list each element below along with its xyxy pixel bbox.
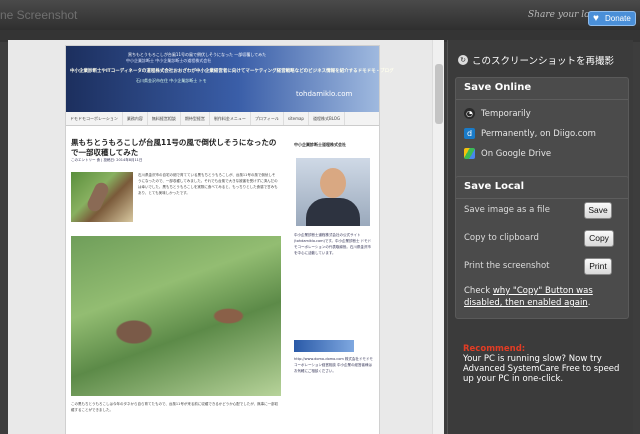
corn-photo bbox=[71, 236, 281, 396]
copy-help-prefix: Check bbox=[464, 286, 493, 296]
save-diigo-label: Permanently, on Diigo.com bbox=[481, 128, 596, 139]
corn-thumbnail bbox=[71, 172, 133, 222]
sidebar-banner bbox=[294, 340, 354, 352]
top-bar: ne Screenshot Share your love ♥ Donate bbox=[0, 0, 640, 30]
nav-item: ドモドモコーポレーション bbox=[66, 112, 123, 125]
heart-icon: ♥ bbox=[593, 13, 599, 24]
nav-item: 無料経営相談 bbox=[148, 112, 181, 125]
copy-button[interactable]: Copy bbox=[584, 230, 614, 247]
nav-item: sitemap bbox=[284, 112, 309, 125]
article-paragraph: 石川県金沢市の自宅の畑で育てている黒もちとうもろこしが、台風11号の風で倒伏しそ… bbox=[138, 173, 278, 195]
save-google-drive-label: On Google Drive bbox=[481, 148, 552, 159]
donate-label: Donate bbox=[605, 14, 631, 23]
article-meta: このエントリー 食 | 投稿日: 2014年8月11日 bbox=[71, 158, 143, 162]
preview-scrollbar[interactable] bbox=[432, 40, 444, 434]
save-button[interactable]: Save bbox=[584, 202, 612, 219]
recapture-label: このスクリーンショットを再撮影 bbox=[472, 56, 615, 67]
site-logo: tohdamiklo.com bbox=[296, 90, 353, 98]
promo-headline: Recommend: bbox=[463, 344, 526, 354]
nav-item: 道程株式BLOG bbox=[309, 112, 346, 125]
save-temporarily-option[interactable]: ◔ Temporarily bbox=[464, 108, 531, 119]
diigo-icon: d bbox=[464, 128, 475, 139]
photo-caption: この黒もちとうもろこしは今年のタネから自ら育てたもので、台風11号が来る前に収穫… bbox=[71, 402, 279, 412]
donate-button[interactable]: ♥ Donate bbox=[588, 11, 636, 26]
nav-item: 制作料金メニュー bbox=[210, 112, 251, 125]
options-panel: ↻ このスクリーンショットを再撮影 Save Online ◔ Temporar… bbox=[447, 40, 633, 434]
author-suit bbox=[306, 198, 360, 226]
save-diigo-option[interactable]: d Permanently, on Diigo.com bbox=[464, 128, 596, 139]
print-screenshot-label: Print the screenshot bbox=[464, 261, 550, 271]
save-local-heading: Save Local bbox=[456, 177, 628, 199]
copy-help-suffix: . bbox=[587, 298, 591, 308]
copy-help-text: Check why "Copy" Button was disabled, th… bbox=[464, 285, 624, 309]
window-title: ne Screenshot bbox=[0, 8, 78, 22]
promo-body: Your PC is running slow? Now try Advance… bbox=[463, 354, 620, 384]
refresh-icon: ↻ bbox=[458, 55, 468, 65]
author-photo bbox=[296, 158, 370, 226]
nav-item: プロフィール bbox=[251, 112, 284, 125]
promo-block[interactable]: Recommend: Your PC is running slow? Now … bbox=[463, 344, 631, 384]
screenshot-preview[interactable]: 黒ちもとうもろこしが台風11号の風で倒伏しそうになった 一部収穫してみた 中小企… bbox=[8, 40, 444, 434]
save-local-section: Save Local Save image as a file Save Cop… bbox=[455, 176, 629, 319]
save-google-drive-option[interactable]: On Google Drive bbox=[464, 148, 551, 159]
clock-icon: ◔ bbox=[464, 108, 475, 119]
nav-item: 期待型経営 bbox=[181, 112, 210, 125]
sidebar-title: 中小企業診断士道程株式会社 bbox=[294, 142, 346, 147]
google-drive-icon bbox=[464, 148, 475, 159]
save-temporarily-label: Temporarily bbox=[481, 108, 531, 119]
article-title: 黒もちとうもろこしが台風11号の風で倒伏しそうになったので一部収穫してみた bbox=[71, 138, 277, 157]
recapture-link[interactable]: ↻ このスクリーンショットを再撮影 bbox=[458, 53, 614, 67]
copy-clipboard-label: Copy to clipboard bbox=[464, 233, 539, 243]
site-banner: 黒ちもとうもろこしが台風11号の風で倒伏しそうになった 一部収穫してみた 中小企… bbox=[66, 46, 394, 112]
captured-page: 黒ちもとうもろこしが台風11号の風で倒伏しそうになった 一部収穫してみた 中小企… bbox=[65, 45, 394, 434]
save-file-label: Save image as a file bbox=[464, 205, 550, 215]
banner-line-2: 中小企業診断士 中小企業診断士の道程株式会社 bbox=[126, 58, 212, 63]
sidebar-text-2: http://www.domo-domo.com 株式会社ドモドモコーポレーショ… bbox=[294, 357, 373, 373]
site-nav: ドモドモコーポレーション 業務内容 無料経営相談 期待型経営 制作料金メニュー … bbox=[66, 112, 379, 126]
banner-line-4: 石川県金沢市在住 中小企業診断士 トモ bbox=[136, 78, 207, 83]
author-face bbox=[320, 168, 346, 198]
scrollbar-thumb[interactable] bbox=[435, 64, 443, 124]
banner-line-3: 中小企業診断士やITコーディネータの道程株式会社おおざわが中小企業経営者に向けて… bbox=[70, 69, 394, 74]
save-online-heading: Save Online bbox=[456, 78, 628, 100]
nav-item: 業務内容 bbox=[123, 112, 148, 125]
print-button[interactable]: Print bbox=[584, 258, 612, 275]
sidebar-text: 中小企業診断士道程株式会社の公式サイト(tohdamiklo.com)です。中小… bbox=[294, 233, 372, 255]
